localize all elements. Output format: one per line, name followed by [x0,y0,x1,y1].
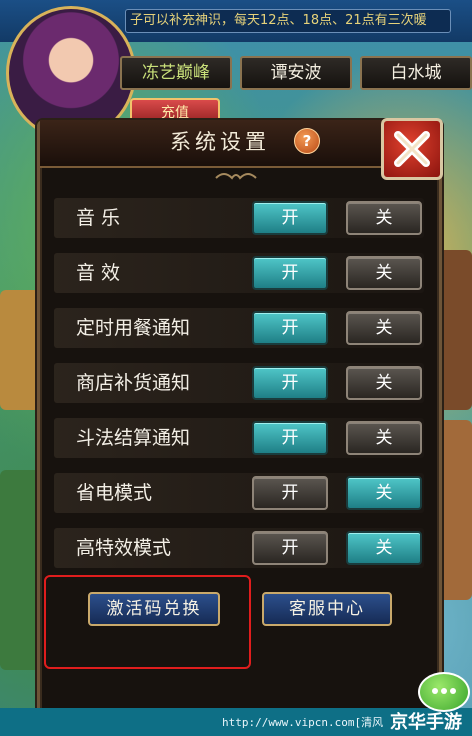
watermark-brand: 京华手游 [390,712,462,733]
announcement-marquee: 子可以补充神识，每天12点、18点、21点有三次暖 [125,9,451,33]
high-effects-off-toggle[interactable]: 关 [346,531,422,565]
setting-row-sound-effects: 音 效 开 关 [54,253,424,293]
setting-row-shop-restock: 商店补货通知 开 关 [54,363,424,403]
shop-restock-on-toggle[interactable]: 开 [252,366,328,400]
location-tab-3[interactable]: 白水城 [360,56,472,90]
battle-result-off-toggle[interactable]: 关 [346,421,422,455]
setting-row-battle-result: 斗法结算通知 开 关 [54,418,424,458]
high-effects-on-toggle[interactable]: 开 [252,531,328,565]
setting-label: 省电模式 [76,482,153,504]
close-icon [394,131,430,167]
shop-restock-off-toggle[interactable]: 关 [346,366,422,400]
highlight-annotation-box [44,575,251,669]
meal-notice-on-toggle[interactable]: 开 [252,311,328,345]
sound-effects-on-toggle[interactable]: 开 [252,256,328,290]
dialog-title: 系统设置 [170,130,270,154]
meal-notice-off-toggle[interactable]: 关 [346,311,422,345]
help-icon[interactable]: ? [294,128,320,154]
chat-bubble-icon [418,672,470,712]
setting-row-meal-notice: 定时用餐通知 开 关 [54,308,424,348]
customer-service-button[interactable]: 客服中心 [262,592,392,626]
sound-effects-off-toggle[interactable]: 关 [346,256,422,290]
setting-row-high-effects: 高特效模式 开 关 [54,528,424,568]
cloud-ornament-icon [215,173,257,180]
scene-building [0,470,40,670]
setting-label: 商店补货通知 [76,372,191,394]
location-tabs: 冻艺巅峰 谭安波 白水城 [120,56,472,90]
setting-label: 音 效 [76,262,121,284]
close-button[interactable] [381,118,443,180]
setting-label: 斗法结算通知 [76,427,191,449]
setting-label: 高特效模式 [76,537,172,559]
location-tab-1[interactable]: 冻艺巅峰 [120,56,232,90]
location-tab-2[interactable]: 谭安波 [240,56,352,90]
setting-label: 音 乐 [76,207,121,229]
setting-label: 定时用餐通知 [76,317,191,339]
music-on-toggle[interactable]: 开 [252,201,328,235]
power-saving-on-toggle[interactable]: 开 [252,476,328,510]
power-saving-off-toggle[interactable]: 关 [346,476,422,510]
setting-row-music: 音 乐 开 关 [54,198,424,238]
watermark-url: http://www.vipcn.com[清风 [222,716,384,729]
scene-building [0,290,40,410]
battle-result-on-toggle[interactable]: 开 [252,421,328,455]
music-off-toggle[interactable]: 关 [346,201,422,235]
setting-row-power-saving: 省电模式 开 关 [54,473,424,513]
